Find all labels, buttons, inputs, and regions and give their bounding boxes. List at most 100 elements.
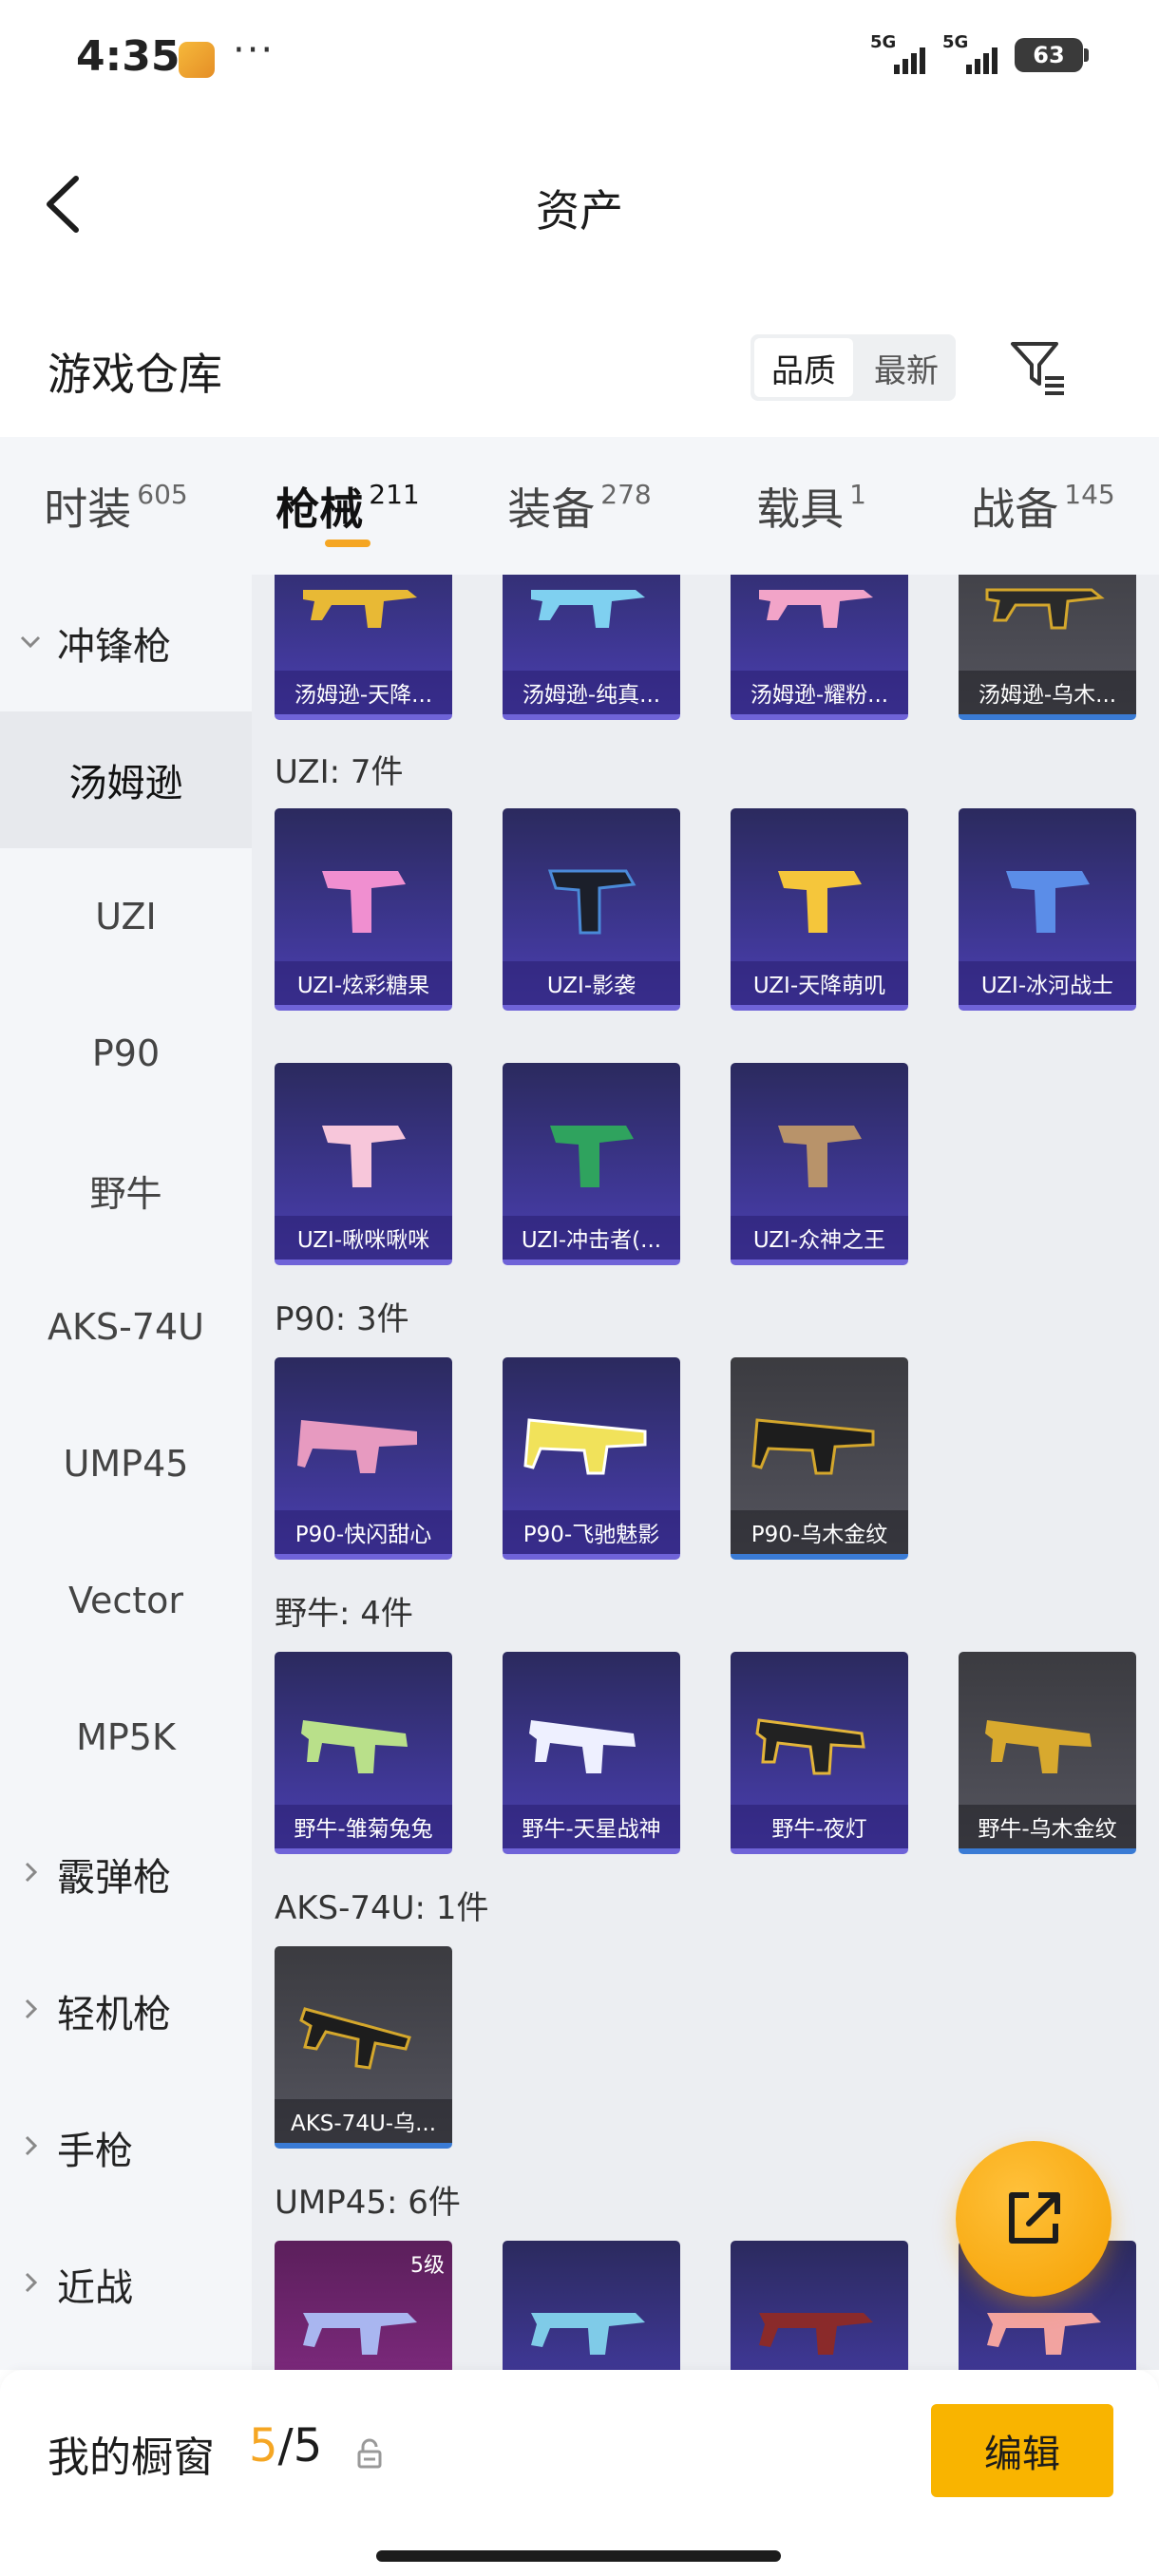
weapon-name: UZI-影袭 bbox=[503, 961, 680, 1005]
weapon-card[interactable]: AKS-74U-乌... bbox=[275, 1946, 452, 2149]
weapon-card[interactable]: P90-快闪甜心 bbox=[275, 1357, 452, 1560]
weapon-card[interactable]: 野牛-乌木金纹 bbox=[959, 1652, 1136, 1854]
navigation-bar: 资产 bbox=[0, 142, 1159, 266]
app-notification-icon bbox=[179, 42, 215, 78]
weapon-card[interactable]: 5级 bbox=[275, 2241, 452, 2370]
status-time: 4:35 bbox=[76, 32, 180, 81]
chevron-right-icon bbox=[25, 2272, 38, 2293]
uzi-row-2: UZI-啾咪啾咪 UZI-冲击者(... UZI-众神之王 bbox=[275, 1063, 908, 1265]
weapon-name: 野牛-天星战神 bbox=[503, 1805, 680, 1848]
gun-image bbox=[985, 588, 1105, 630]
uzi-row-1: UZI-炫彩糖果 UZI-影袭 UZI-天降萌叽 UZI-冰河战士 bbox=[275, 808, 1136, 1011]
weapon-card[interactable]: UZI-众神之王 bbox=[731, 1063, 908, 1265]
weapon-card[interactable]: UZI-冰河战士 bbox=[959, 808, 1136, 1011]
weapon-card[interactable]: UZI-冲击者(... bbox=[503, 1063, 680, 1265]
chevron-down-icon bbox=[20, 635, 41, 649]
share-button[interactable] bbox=[956, 2141, 1112, 2297]
weapon-card[interactable]: 野牛-夜灯 bbox=[731, 1652, 908, 1854]
sort-by-quality-button[interactable]: 品质 bbox=[754, 338, 853, 397]
tab-firearms[interactable]: 枪械 211 bbox=[232, 437, 464, 575]
signal-5g-icon-2: 5G bbox=[942, 32, 998, 74]
sidebar-item-p90[interactable]: P90 bbox=[0, 985, 252, 1122]
tab-supplies[interactable]: 战备 145 bbox=[927, 437, 1159, 575]
weapon-name: 汤姆逊-耀粉... bbox=[731, 671, 908, 714]
home-indicator[interactable] bbox=[376, 2550, 781, 2562]
weapon-card[interactable]: P90-乌木金纹 bbox=[731, 1357, 908, 1560]
gun-image bbox=[299, 2007, 411, 2070]
gun-image bbox=[531, 590, 645, 628]
weapon-name: P90-快闪甜心 bbox=[275, 1510, 452, 1554]
section-title-aks74u: AKS-74U: 1件 bbox=[275, 1889, 489, 1927]
share-icon bbox=[1009, 2192, 1060, 2244]
weapon-name: 汤姆逊-乌木... bbox=[959, 671, 1136, 714]
gun-image bbox=[547, 869, 636, 935]
thompson-row: 汤姆逊-天降... 汤姆逊-纯真... 汤姆逊-耀粉... 汤姆逊-乌木... bbox=[275, 575, 1136, 720]
sidebar-group-shotgun[interactable]: 霰弹枪 bbox=[0, 1806, 252, 1942]
sidebar-item-ump45[interactable]: UMP45 bbox=[0, 1395, 252, 1532]
sidebar-group-melee[interactable]: 近战 bbox=[0, 2216, 252, 2353]
battery-level: 63 bbox=[1033, 42, 1065, 68]
weapon-grid: 汤姆逊-天降... 汤姆逊-纯真... 汤姆逊-耀粉... 汤姆逊-乌木... … bbox=[252, 575, 1159, 2370]
weapon-name: 野牛-夜灯 bbox=[731, 1805, 908, 1848]
sidebar-item-vector[interactable]: Vector bbox=[0, 1532, 252, 1669]
gun-image bbox=[303, 2313, 417, 2355]
weapon-name: 野牛-乌木金纹 bbox=[959, 1805, 1136, 1848]
weapon-card[interactable] bbox=[503, 2241, 680, 2370]
sidebar-item-thompson[interactable]: 汤姆逊 bbox=[0, 711, 252, 848]
tab-equipment[interactable]: 装备 278 bbox=[464, 437, 695, 575]
weapon-card[interactable]: 汤姆逊-纯真... bbox=[503, 575, 680, 720]
weapon-name: UZI-冲击者(... bbox=[503, 1216, 680, 1260]
sidebar-item-bison[interactable]: 野牛 bbox=[0, 1122, 252, 1259]
weapon-card[interactable]: 野牛-天星战神 bbox=[503, 1652, 680, 1854]
filter-icon[interactable] bbox=[1007, 336, 1068, 397]
weapon-card[interactable]: UZI-炫彩糖果 bbox=[275, 808, 452, 1011]
sidebar-group-pistol[interactable]: 手枪 bbox=[0, 2079, 252, 2216]
section-title-bison: 野牛: 4件 bbox=[275, 1595, 413, 1633]
chevron-right-icon bbox=[25, 1998, 38, 2019]
aks74u-row: AKS-74U-乌... bbox=[275, 1946, 452, 2149]
sidebar-group-lmg[interactable]: 轻机枪 bbox=[0, 1942, 252, 2079]
weapon-name: UZI-众神之王 bbox=[731, 1216, 908, 1260]
tab-vehicles[interactable]: 载具 1 bbox=[695, 437, 927, 575]
weapon-card[interactable]: 汤姆逊-乌木... bbox=[959, 575, 1136, 720]
sidebar-item-mp5k[interactable]: MP5K bbox=[0, 1669, 252, 1806]
signal-5g-icon: 5G bbox=[870, 32, 925, 74]
weapon-card[interactable]: P90-飞驰魅影 bbox=[503, 1357, 680, 1560]
weapon-card[interactable]: 汤姆逊-天降... bbox=[275, 575, 452, 720]
edit-button[interactable]: 编辑 bbox=[931, 2404, 1113, 2497]
sidebar-item-uzi[interactable]: UZI bbox=[0, 848, 252, 985]
weapon-card[interactable]: UZI-天降萌叽 bbox=[731, 808, 908, 1011]
weapon-name: P90-飞驰魅影 bbox=[503, 1510, 680, 1554]
battery-icon: 63 bbox=[1015, 38, 1089, 72]
gun-image bbox=[297, 1420, 417, 1473]
more-notifications-icon: ··· bbox=[233, 28, 276, 72]
section-title-p90: P90: 3件 bbox=[275, 1300, 409, 1338]
gun-image bbox=[550, 1126, 634, 1187]
weapon-card[interactable]: UZI-啾咪啾咪 bbox=[275, 1063, 452, 1265]
chevron-right-icon bbox=[25, 2135, 38, 2156]
tab-fashion[interactable]: 时装 605 bbox=[0, 437, 232, 575]
sort-by-newest-button[interactable]: 最新 bbox=[857, 334, 956, 401]
chevron-right-icon bbox=[25, 1862, 38, 1883]
sidebar-group-smg[interactable]: 冲锋枪 bbox=[0, 575, 252, 711]
weapon-card[interactable] bbox=[731, 2241, 908, 2370]
gun-image bbox=[529, 1720, 636, 1773]
section-title-ump45: UMP45: 6件 bbox=[275, 2184, 461, 2222]
gun-image bbox=[1006, 871, 1090, 933]
sidebar-item-aks74u[interactable]: AKS-74U bbox=[0, 1259, 252, 1395]
gun-image bbox=[751, 1418, 875, 1475]
lock-icon bbox=[357, 2438, 382, 2469]
showcase-bar: 我的橱窗 5/5 编辑 bbox=[0, 2370, 1159, 2576]
page-title: 资产 bbox=[536, 185, 623, 237]
weapon-card[interactable]: UZI-影袭 bbox=[503, 808, 680, 1011]
gun-image bbox=[301, 1720, 408, 1773]
weapon-name: UZI-啾咪啾咪 bbox=[275, 1216, 452, 1260]
showcase-count: 5/5 bbox=[249, 2419, 323, 2472]
status-bar: 4:35 ··· 5G 5G 63 bbox=[0, 0, 1159, 119]
weapon-card[interactable]: 野牛-雏菊兔兔 bbox=[275, 1652, 452, 1854]
gun-image bbox=[755, 1718, 865, 1775]
gun-image bbox=[759, 2313, 873, 2355]
warehouse-header: 游戏仓库 品质 最新 bbox=[0, 304, 1159, 427]
gun-image bbox=[523, 1418, 647, 1475]
weapon-card[interactable]: 汤姆逊-耀粉... bbox=[731, 575, 908, 720]
